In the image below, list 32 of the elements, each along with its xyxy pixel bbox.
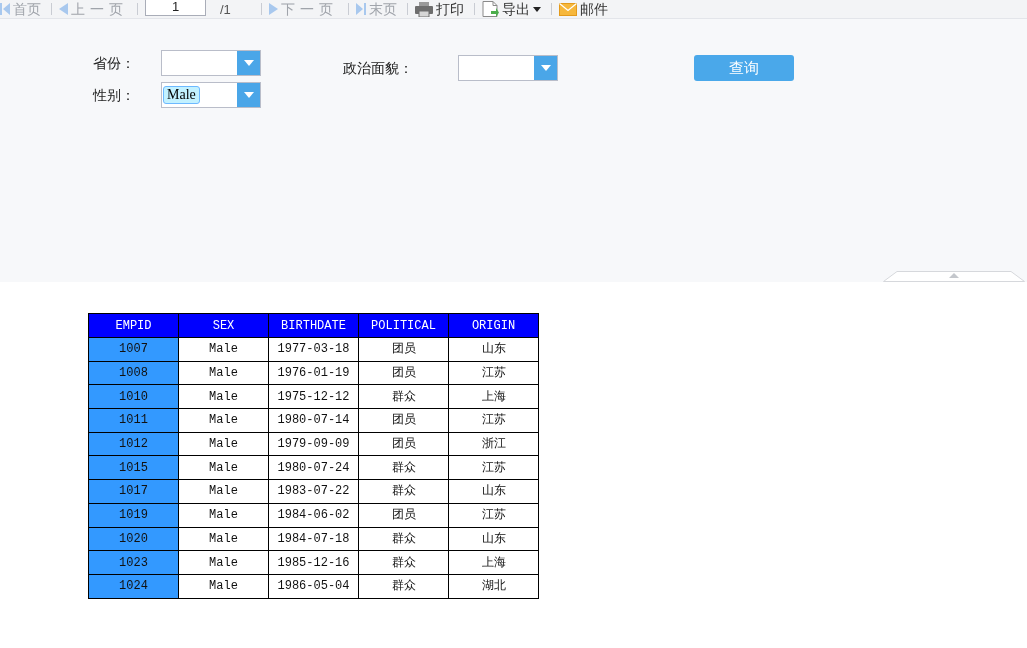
column-header: ORIGIN	[448, 313, 539, 338]
page-number-field[interactable]: 1	[145, 0, 206, 16]
column-header: SEX	[178, 313, 269, 338]
table-cell: 1024	[88, 574, 179, 599]
table-cell: 1019	[88, 503, 179, 527]
column-header: POLITICAL	[358, 313, 449, 338]
table-cell: 1010	[88, 384, 179, 409]
table-cell: 1008	[88, 361, 179, 385]
column-header: EMPID	[88, 313, 179, 338]
first-page-icon	[0, 3, 10, 15]
collapse-handle[interactable]	[883, 271, 1025, 282]
export-button[interactable]: 导出	[481, 0, 541, 18]
previous-page-icon	[59, 3, 68, 15]
page-count: /1	[220, 1, 231, 17]
field-label: 性别：	[93, 85, 136, 105]
table-cell: 1015	[88, 455, 179, 480]
caret-down-icon	[532, 6, 541, 12]
last-page-icon	[355, 3, 366, 15]
field-label: 政治面貌：	[343, 58, 414, 78]
column-header: BIRTHDATE	[268, 313, 359, 338]
table-cell: 1020	[88, 527, 179, 551]
caret-up-icon	[949, 272, 959, 278]
table-cell: 1023	[88, 550, 179, 575]
table-cell: 1017	[88, 479, 179, 504]
mail-button[interactable]: 邮件	[558, 0, 608, 18]
field-label: 省份：	[93, 53, 136, 73]
table-cell: 1012	[88, 432, 179, 456]
table-cell: 1011	[88, 408, 179, 433]
table-cell: 1007	[88, 337, 179, 362]
print-button[interactable]: 打印	[414, 0, 464, 18]
next-page-icon	[268, 3, 278, 15]
printer-icon	[414, 1, 433, 17]
